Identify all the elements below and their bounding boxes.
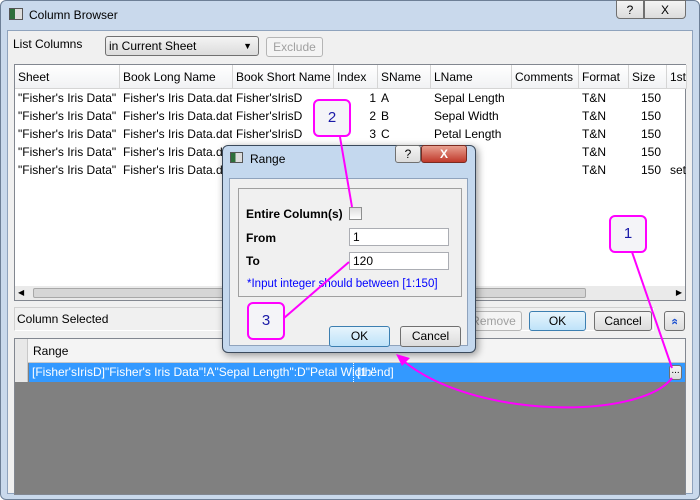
callout-2-line xyxy=(339,136,353,208)
callout-1: 1 xyxy=(609,215,647,253)
callout-2: 2 xyxy=(313,99,351,137)
arrow-curve xyxy=(399,357,673,409)
callout-3-line xyxy=(283,261,350,319)
callout-3: 3 xyxy=(247,302,285,340)
annotation-lines xyxy=(283,136,673,409)
callout-1-line xyxy=(631,251,673,369)
